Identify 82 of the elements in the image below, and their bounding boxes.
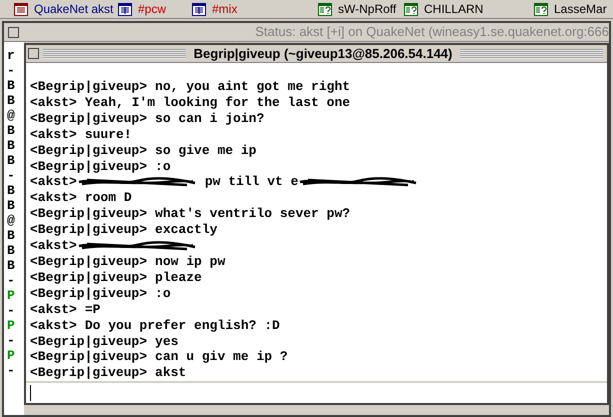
status-text: P xyxy=(6,318,16,333)
chat-nick: <Begrip|giveup> xyxy=(30,206,148,222)
status-text: B xyxy=(6,153,16,168)
chat-nick: <Begrip|giveup> xyxy=(30,270,148,286)
status-text: B xyxy=(6,78,16,93)
window-question-icon xyxy=(404,2,418,16)
status-text: P xyxy=(6,288,16,303)
switchbar-label: sW-NpRoff xyxy=(338,1,396,18)
chat-nick: <akst> xyxy=(30,190,77,206)
chat-nick: <Begrip|giveup> xyxy=(30,286,148,302)
input-field[interactable] xyxy=(26,381,607,404)
window-icon xyxy=(192,2,206,16)
status-text: - xyxy=(6,63,16,78)
switchbar-item[interactable]: LasseMar xyxy=(534,0,604,18)
chat-message: Yeah, I'm looking for the last one xyxy=(84,94,350,111)
status-text: @ xyxy=(6,108,16,123)
chat-nick: <Begrip|giveup> xyxy=(30,222,148,238)
status-text: - xyxy=(6,168,16,183)
switchbar-label: #pcw xyxy=(138,1,166,18)
chat-nick: <akst> xyxy=(30,302,77,318)
switchbar-item[interactable]: QuakeNet akst xyxy=(14,0,118,18)
switchbar-label: QuakeNet akst xyxy=(34,1,114,18)
switchbar-item[interactable]: #pcw xyxy=(118,0,192,18)
window-title: Begrip|giveup (~giveup13@85.206.54.144) xyxy=(192,44,454,63)
switchbar-label: CHILLARN xyxy=(424,1,484,18)
switchbar-item[interactable]: #mix xyxy=(192,0,318,18)
chat-nick: <akst> xyxy=(30,94,77,111)
switchbar-label: LasseMar xyxy=(554,1,607,18)
chat-message: pw till vt e xyxy=(204,174,298,190)
status-text: B xyxy=(6,123,16,138)
chat-message: yes xyxy=(155,334,178,350)
chat-message: now ip pw xyxy=(155,254,226,270)
status-text: B xyxy=(6,258,16,273)
chat-message: Do you prefer english? :D xyxy=(84,318,280,334)
chat-message: :o xyxy=(155,158,171,174)
chat-nick: <Begrip|giveup> xyxy=(30,254,148,270)
chat-message: can u giv me ip ? xyxy=(155,349,288,366)
status-text: P xyxy=(6,348,16,363)
chat-nick: <Begrip|giveup> xyxy=(30,110,148,127)
chat-message: pleaze xyxy=(155,270,202,286)
status-text: - xyxy=(6,363,16,378)
status-text: B xyxy=(6,228,16,243)
window-question-icon xyxy=(534,2,548,16)
chat-message: what's ventrilo sever pw? xyxy=(155,206,350,222)
status-text: - xyxy=(6,273,16,288)
chat-nick: <akst> xyxy=(30,174,77,190)
status-text: B xyxy=(6,93,16,108)
switchbar-item[interactable]: sW-NpRoff xyxy=(318,0,404,18)
chat-nick: <Begrip|giveup> xyxy=(30,334,148,350)
chat-nick: <Begrip|giveup> xyxy=(30,158,148,174)
window-icon xyxy=(14,2,28,16)
chat-message: excactly xyxy=(155,222,218,238)
chat-message: so give me ip xyxy=(155,142,256,159)
chat-nick: <Begrip|giveup> xyxy=(30,142,148,159)
switchbar-item[interactable]: CHILLARN xyxy=(404,0,534,18)
chat-message: no, you aint got me right xyxy=(155,79,350,95)
chat-nick: <Begrip|giveup> xyxy=(30,349,148,366)
status-text: - xyxy=(6,333,16,348)
window-menu-icon[interactable] xyxy=(28,48,39,59)
status-text: B xyxy=(6,138,16,153)
chat-nick: <Begrip|giveup> xyxy=(30,365,148,382)
chat-message: akst xyxy=(155,365,186,382)
chat-nick: <akst> xyxy=(30,238,77,254)
window-title: Status: akst [+i] on QuakeNet (wineasy1.se.quakenet.org:666 xyxy=(254,23,609,42)
status-text: B xyxy=(6,183,16,198)
chat-message: suure! xyxy=(84,126,132,143)
status-text: B xyxy=(6,243,16,258)
switchbar-label: #mix xyxy=(212,1,238,18)
window-icon xyxy=(118,2,132,16)
window-question-icon xyxy=(318,2,332,16)
chat-message: so can i join? xyxy=(155,110,264,127)
chat-message: =P xyxy=(84,302,100,318)
window-menu-icon[interactable] xyxy=(8,26,19,38)
chat-nick: <Begrip|giveup> xyxy=(30,79,148,95)
chat-message: room D xyxy=(84,190,132,206)
chat-message: :o xyxy=(155,286,171,302)
chat-nick: <akst> xyxy=(30,318,77,334)
status-text: - xyxy=(6,303,16,318)
status-text: r xyxy=(6,48,16,63)
status-text: B xyxy=(6,198,16,213)
status-text: @ xyxy=(6,213,16,228)
chat-nick: <akst> xyxy=(30,126,77,143)
